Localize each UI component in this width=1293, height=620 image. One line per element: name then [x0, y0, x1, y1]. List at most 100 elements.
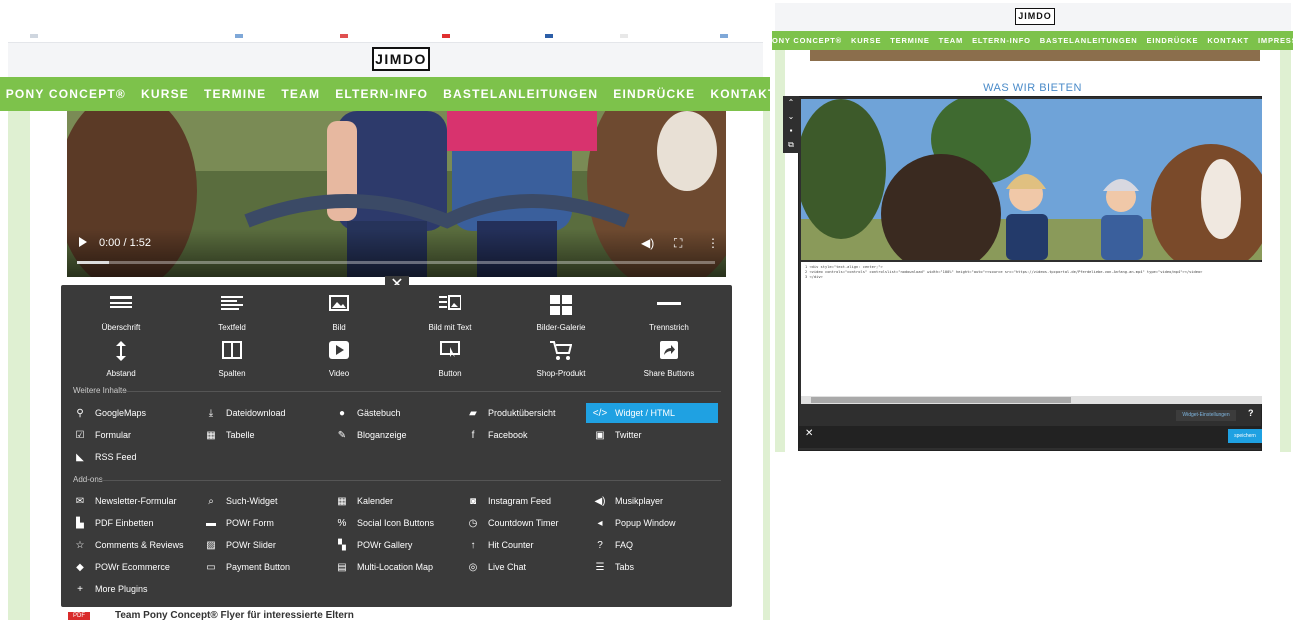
list-item[interactable]: ? FAQ	[593, 535, 723, 555]
list-item[interactable]: + More Plugins	[73, 579, 203, 599]
scrollbar-thumb[interactable]	[811, 397, 1071, 403]
pdf-icon: PDF	[68, 612, 90, 620]
element-tile[interactable]: Button	[390, 341, 510, 385]
nav-item[interactable]: BASTELANLEITUNGEN	[443, 87, 598, 101]
save-button[interactable]: speichern	[1228, 429, 1262, 443]
button-icon	[440, 341, 460, 357]
nav-item[interactable]: KONTAKT	[710, 87, 770, 101]
more-options-icon[interactable]: ⋮	[707, 236, 719, 250]
list-item[interactable]: ▦ Kalender	[335, 491, 465, 511]
list-item[interactable]: ◷ Countdown Timer	[466, 513, 596, 533]
fullscreen-icon[interactable]: ⛶	[674, 236, 682, 251]
nav-item[interactable]: TERMINE	[204, 87, 266, 101]
html-code-editor[interactable]: 1 <div style="text-align: center;"> 2 <vi…	[801, 262, 1262, 396]
nav-item[interactable]: ELTERN-INFO	[972, 36, 1031, 45]
nav-item[interactable]: M PONY CONCEPT®	[0, 87, 126, 101]
section-title-addons: Add-ons	[73, 475, 103, 484]
nav-item[interactable]: ONY CONCEPT®	[772, 36, 842, 45]
move-down-icon[interactable]: ⌄	[783, 110, 799, 124]
pdf-title[interactable]: Team Pony Concept® Flyer für interessier…	[115, 610, 354, 620]
element-tile[interactable]: Textfeld	[172, 295, 292, 339]
play-icon[interactable]	[79, 237, 87, 247]
element-tile-label: Button	[438, 369, 462, 378]
list-item[interactable]: ▭ Payment Button	[204, 557, 334, 577]
list-item[interactable]: ▦ Tabelle	[204, 425, 334, 445]
list-item[interactable]: ◙ Instagram Feed	[466, 491, 596, 511]
element-tile[interactable]: Shop-Produkt	[501, 341, 621, 385]
list-item[interactable]: ▰ Produktübersicht	[466, 403, 596, 423]
nav-item[interactable]: EINDRÜCKE	[1147, 36, 1199, 45]
copy-icon[interactable]: ⧉	[783, 138, 799, 152]
list-item[interactable]: ◎ Live Chat	[466, 557, 596, 577]
bookmark-icon[interactable]	[235, 34, 243, 38]
spacing-icon	[115, 341, 127, 361]
nav-item[interactable]: KURSE	[851, 36, 881, 45]
bookmark-icon[interactable]	[340, 34, 348, 38]
list-item-label: Dateidownload	[226, 408, 286, 418]
list-item[interactable]: ● Gästebuch	[335, 403, 465, 423]
element-tile[interactable]: Bild	[279, 295, 399, 339]
list-item[interactable]: ◣ RSS Feed	[73, 447, 203, 467]
jimdo-logo[interactable]: JIMDO	[372, 47, 430, 71]
bookmark-icon[interactable]	[30, 34, 38, 38]
list-item[interactable]: ▙ PDF Einbetten	[73, 513, 203, 533]
list-item-label: Kalender	[357, 496, 394, 506]
close-editor-button[interactable]: ✕	[805, 428, 813, 439]
list-item[interactable]: ▤ Multi-Location Map	[335, 557, 465, 577]
list-item[interactable]: ▨ POWr Slider	[204, 535, 334, 555]
list-item[interactable]: ⌕ Such-Widget	[204, 491, 334, 511]
nav-item[interactable]: ELTERN-INFO	[335, 87, 428, 101]
element-tile[interactable]: Share Buttons	[609, 341, 729, 385]
list-item[interactable]: ☰ Tabs	[593, 557, 723, 577]
list-item[interactable]: ⤓ Dateidownload	[204, 403, 334, 423]
video-progress-bar[interactable]	[77, 261, 715, 264]
element-tile[interactable]: Überschrift	[61, 295, 181, 339]
help-icon[interactable]: ?	[1248, 408, 1254, 418]
list-item[interactable]: ▬ POWr Form	[204, 513, 334, 533]
list-item[interactable]: f Facebook	[466, 425, 596, 445]
horizontal-scrollbar[interactable]	[801, 396, 1262, 404]
element-tile[interactable]: Bild mit Text	[390, 295, 510, 339]
element-tile[interactable]: Abstand	[61, 341, 181, 385]
list-item[interactable]: ◀) Musikplayer	[593, 491, 723, 511]
list-item[interactable]: ⚲ GoogleMaps	[73, 403, 203, 423]
jimdo-logo[interactable]: JIMDO	[1015, 8, 1055, 25]
list-item[interactable]: ▚ POWr Gallery	[335, 535, 465, 555]
nav-item[interactable]: TEAM	[939, 36, 963, 45]
list-item[interactable]: ☑ Formular	[73, 425, 203, 445]
element-tile[interactable]: Bilder-Galerie	[501, 295, 621, 339]
move-up-icon[interactable]: ⌃	[783, 96, 799, 110]
list-item[interactable]: ↑ Hit Counter	[466, 535, 596, 555]
list-item-icon: </>	[592, 407, 608, 419]
element-tile[interactable]: Video	[279, 341, 399, 385]
list-item-icon: ✎	[337, 429, 347, 441]
list-item-label: Musikplayer	[615, 496, 664, 506]
video-player[interactable]: 0:00 / 1:52 ◀) ⛶ ⋮	[67, 111, 726, 277]
list-item[interactable]: ☆ Comments & Reviews	[73, 535, 203, 555]
volume-icon[interactable]: ◀)	[641, 236, 654, 250]
list-item[interactable]: ▣ Twitter	[593, 425, 723, 445]
list-item[interactable]: </> Widget / HTML	[586, 403, 718, 423]
trash-icon[interactable]: ▪	[783, 124, 799, 138]
list-item-label: Tabelle	[226, 430, 255, 440]
nav-item[interactable]: TERMINE	[890, 36, 929, 45]
list-item[interactable]: % Social Icon Buttons	[335, 513, 465, 533]
list-item[interactable]: ✉ Newsletter-Formular	[73, 491, 203, 511]
element-tile[interactable]: Spalten	[172, 341, 292, 385]
nav-item[interactable]: EINDRÜCKE	[613, 87, 695, 101]
nav-item[interactable]: TEAM	[281, 87, 320, 101]
list-item[interactable]: ◆ POWr Ecommerce	[73, 557, 203, 577]
nav-item[interactable]: BASTELANLEITUNGEN	[1040, 36, 1138, 45]
list-item[interactable]: ✎ Bloganzeige	[335, 425, 465, 445]
list-item[interactable]: ◂ Popup Window	[593, 513, 723, 533]
bookmark-icon[interactable]	[620, 34, 628, 38]
widget-settings-button[interactable]: Widget-Einstellungen	[1176, 410, 1236, 421]
bookmark-icon[interactable]	[442, 34, 450, 38]
element-tile[interactable]: Trennstrich	[609, 295, 729, 339]
bookmark-icon[interactable]	[545, 34, 553, 38]
bookmark-icon[interactable]	[720, 34, 728, 38]
section-title-more: Weitere Inhalte	[73, 386, 127, 395]
nav-item[interactable]: IMPRESSUM &	[1258, 36, 1293, 45]
nav-item[interactable]: KURSE	[141, 87, 189, 101]
nav-item[interactable]: KONTAKT	[1207, 36, 1249, 45]
